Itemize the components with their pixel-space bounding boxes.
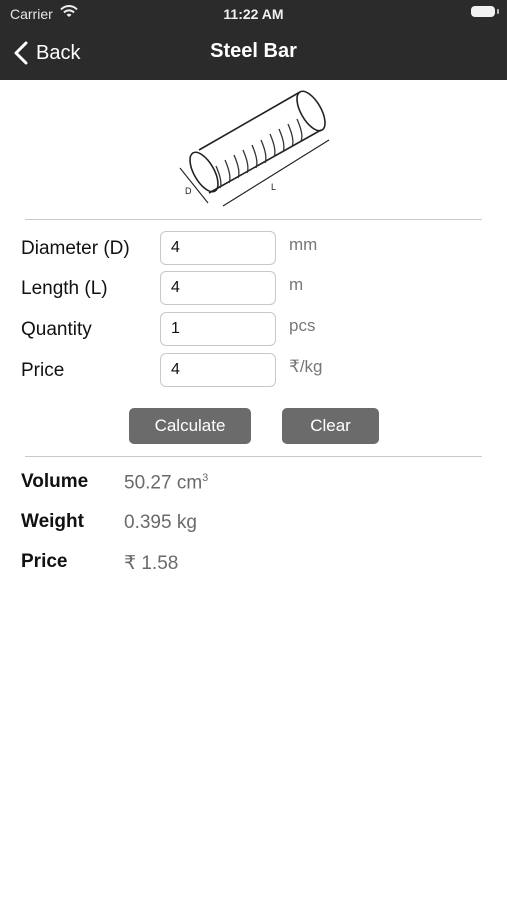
volume-label: Volume [21, 471, 89, 492]
length-marker: L [271, 182, 276, 192]
length-input[interactable] [160, 271, 276, 305]
price-input[interactable] [160, 353, 276, 387]
quantity-label: Quantity [21, 319, 92, 340]
price-result: Price ₹ 1.58 [21, 551, 481, 581]
price-unit: ₹/kg [289, 357, 323, 376]
battery-icon [471, 6, 499, 17]
quantity-unit: pcs [289, 316, 316, 335]
diameter-input[interactable] [160, 231, 276, 265]
volume-value: 50.27 cm3 [124, 472, 208, 494]
status-bar: Carrier 11:22 AM [0, 0, 507, 28]
price-label: Price [21, 360, 65, 381]
page-title: Steel Bar [210, 40, 297, 62]
diameter-row: Diameter (D) mm [21, 231, 481, 267]
diameter-unit: mm [289, 235, 318, 254]
length-row: Length (L) m [21, 271, 481, 307]
weight-label: Weight [21, 511, 84, 532]
steel-bar-illustration: D L [175, 86, 335, 212]
weight-result: Weight 0.395 kg [21, 511, 481, 541]
navigation-bar: Carrier 11:22 AM Back Steel Bar [0, 0, 507, 80]
calculate-button[interactable]: Calculate [129, 408, 251, 444]
volume-number: 50.27 cm [124, 472, 203, 494]
divider-bottom [25, 456, 482, 457]
divider-top [25, 219, 482, 220]
volume-exponent: 3 [202, 472, 209, 484]
status-time: 11:22 AM [223, 6, 284, 22]
clear-button[interactable]: Clear [282, 408, 379, 444]
volume-result: Volume 50.27 cm3 [21, 471, 481, 501]
price-row: Price ₹/kg [21, 353, 481, 389]
length-unit: m [289, 275, 304, 294]
price-result-value: ₹ 1.58 [124, 553, 179, 574]
quantity-row: Quantity pcs [21, 312, 481, 348]
length-label: Length (L) [21, 278, 108, 299]
diameter-marker: D [185, 186, 192, 196]
quantity-input[interactable] [160, 312, 276, 346]
price-result-label: Price [21, 551, 68, 572]
diameter-label: Diameter (D) [21, 238, 130, 259]
weight-value: 0.395 kg [124, 512, 197, 533]
